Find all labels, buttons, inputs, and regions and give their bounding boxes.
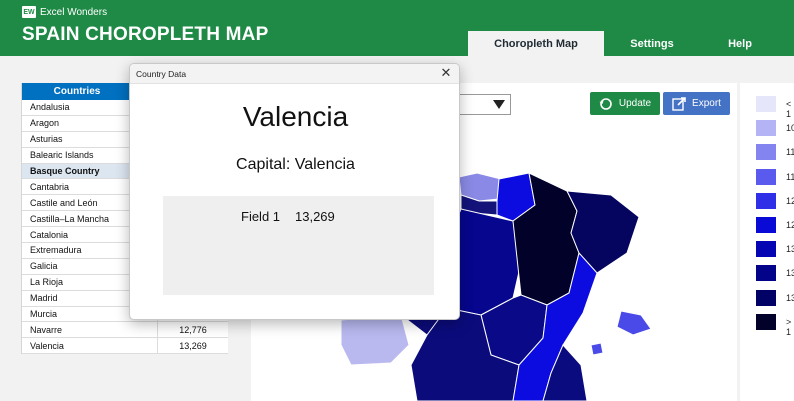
refresh-icon xyxy=(599,97,613,111)
table-row[interactable]: Valencia13,269 xyxy=(22,338,228,354)
country-value-cell: 13,269 xyxy=(158,338,228,353)
dialog-title: Country Data xyxy=(136,69,186,79)
update-button[interactable]: Update xyxy=(590,92,660,115)
export-icon xyxy=(672,97,686,111)
app-header: EW Excel Wonders SPAIN CHOROPLETH MAP Ch… xyxy=(0,0,794,56)
legend-swatch xyxy=(756,265,776,281)
brand-logo: EW xyxy=(22,6,36,18)
variable-dropdown[interactable] xyxy=(455,94,511,115)
legend-label: 11 xyxy=(786,172,794,182)
legend-swatch xyxy=(756,217,776,233)
app-title: SPAIN CHOROPLETH MAP xyxy=(22,24,268,46)
legend-label: 13 xyxy=(786,244,794,254)
update-label: Update xyxy=(619,98,651,109)
legend-label: 13 xyxy=(786,293,794,303)
legend-label: < 1 xyxy=(786,99,794,119)
dialog-region-name: Valencia xyxy=(130,101,460,133)
chevron-down-icon xyxy=(493,100,505,109)
legend-label: 11 xyxy=(786,147,794,157)
legend-label: 10 xyxy=(786,123,794,133)
legend: < 1 10 11 11 12 12 13 13 13 > 1 xyxy=(740,83,794,401)
legend-swatch xyxy=(756,144,776,160)
country-data-dialog: Country Data ✕ Valencia Capital: Valenci… xyxy=(129,63,460,320)
legend-swatch xyxy=(756,290,776,306)
brand: EW Excel Wonders xyxy=(22,6,107,18)
legend-label: 12 xyxy=(786,220,794,230)
table-row[interactable]: Navarre12,776 xyxy=(22,322,228,338)
dialog-titlebar: Country Data ✕ xyxy=(130,64,459,84)
dialog-field-label: Field 1 xyxy=(241,209,280,224)
legend-swatch xyxy=(756,169,776,185)
country-value-cell: 12,776 xyxy=(158,322,228,337)
dialog-field-box: Field 1 13,269 xyxy=(163,196,434,295)
tab-choropleth-map[interactable]: Choropleth Map xyxy=(468,31,604,56)
brand-name: Excel Wonders xyxy=(40,7,107,18)
legend-label: 12 xyxy=(786,196,794,206)
legend-swatch xyxy=(756,120,776,136)
dialog-capital: Capital: Valencia xyxy=(130,156,460,174)
legend-swatch xyxy=(756,241,776,257)
legend-label: 13 xyxy=(786,268,794,278)
export-button[interactable]: Export xyxy=(663,92,730,115)
legend-swatch xyxy=(756,314,776,330)
region-balearic-islands[interactable] xyxy=(591,311,651,355)
app-window: EW Excel Wonders SPAIN CHOROPLETH MAP Ch… xyxy=(0,0,794,401)
country-name-cell: Navarre xyxy=(22,322,158,337)
legend-swatch xyxy=(756,193,776,209)
legend-swatch xyxy=(756,96,776,112)
dialog-field-value: 13,269 xyxy=(295,209,335,224)
close-icon[interactable]: ✕ xyxy=(439,66,453,80)
tab-help[interactable]: Help xyxy=(700,31,780,56)
country-name-cell: Valencia xyxy=(22,338,158,353)
export-label: Export xyxy=(692,98,721,109)
region-galicia[interactable] xyxy=(341,315,409,365)
legend-label: > 1 xyxy=(786,317,794,337)
tab-settings[interactable]: Settings xyxy=(604,31,700,56)
countries-header[interactable]: Countries xyxy=(22,83,132,100)
